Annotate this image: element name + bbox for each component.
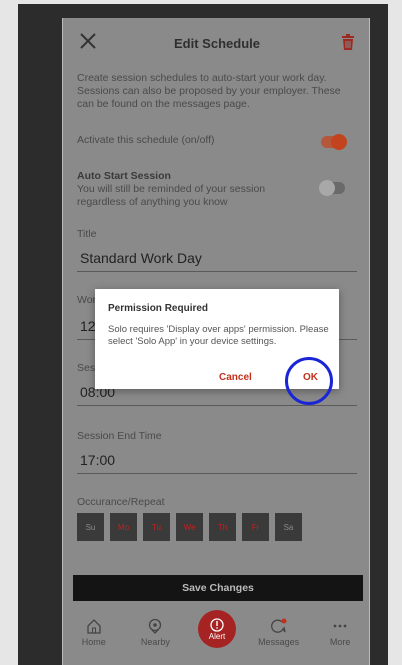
highlight-circle	[285, 357, 333, 405]
title-label: Title	[77, 228, 97, 240]
tab-alert-label: Alert	[208, 631, 226, 641]
toggle-knob	[319, 180, 335, 196]
session-end-label: Session End Time	[77, 430, 162, 442]
activate-row: Activate this schedule (on/off)	[77, 134, 357, 146]
save-changes-button[interactable]: Save Changes	[73, 575, 363, 601]
day-wednesday[interactable]: We	[176, 513, 203, 541]
tab-nearby[interactable]: Nearby	[127, 618, 183, 647]
tab-messages[interactable]: Messages	[251, 618, 307, 647]
auto-start-text: You will still be reminded of your sessi…	[77, 183, 266, 208]
more-dots-icon	[333, 624, 347, 628]
dialog-title: Permission Required	[108, 303, 209, 314]
close-icon[interactable]	[77, 30, 99, 52]
location-pin-icon	[149, 618, 162, 634]
tab-alert[interactable]: Alert	[189, 610, 245, 656]
tab-home[interactable]: Home	[66, 618, 122, 647]
auto-start-title: Auto Start Session	[77, 170, 171, 182]
session-end-input[interactable]: 17:00	[77, 448, 357, 474]
bottom-tab-bar: Home Nearby Alert Messages More	[63, 608, 369, 665]
tab-home-label: Home	[81, 637, 106, 647]
work-label: Wor	[77, 294, 97, 306]
dialog-cancel-button[interactable]: Cancel	[219, 372, 252, 383]
day-thursday[interactable]: Th	[209, 513, 236, 541]
alert-icon	[210, 617, 224, 632]
repeat-label: Occurance/Repeat	[77, 496, 165, 508]
header: Edit Schedule	[63, 18, 369, 68]
dialog-message: Solo requires 'Display over apps' permis…	[108, 324, 329, 347]
toggle-knob	[331, 134, 347, 150]
tab-messages-label: Messages	[258, 637, 300, 647]
session-start-label: Ses	[77, 362, 96, 374]
tab-more-label: More	[329, 637, 351, 647]
messages-icon	[270, 618, 287, 633]
auto-start-toggle[interactable]	[319, 180, 345, 196]
day-saturday[interactable]: Sa	[275, 513, 302, 541]
title-input[interactable]: Standard Work Day	[77, 246, 357, 272]
description-text: Create session schedules to auto-start y…	[77, 72, 341, 110]
day-tuesday[interactable]: Tu	[143, 513, 170, 541]
activate-toggle[interactable]	[321, 134, 347, 150]
page-title: Edit Schedule	[174, 35, 260, 51]
activate-label: Activate this schedule (on/off)	[77, 134, 215, 146]
tab-nearby-label: Nearby	[140, 637, 170, 647]
home-icon	[87, 619, 101, 634]
alert-button[interactable]: Alert	[197, 610, 236, 648]
auto-start-row: Auto Start Session You will still be rem…	[77, 170, 357, 209]
day-sunday[interactable]: Su	[77, 513, 104, 541]
day-friday[interactable]: Fr	[242, 513, 269, 541]
day-monday[interactable]: Mo	[110, 513, 137, 541]
day-selector: Su Mo Tu We Th Fr Sa	[77, 513, 302, 541]
app-screen: Edit Schedule Create session schedules t…	[62, 18, 370, 665]
tab-more[interactable]: More	[312, 618, 368, 647]
trash-icon[interactable]	[341, 34, 355, 50]
